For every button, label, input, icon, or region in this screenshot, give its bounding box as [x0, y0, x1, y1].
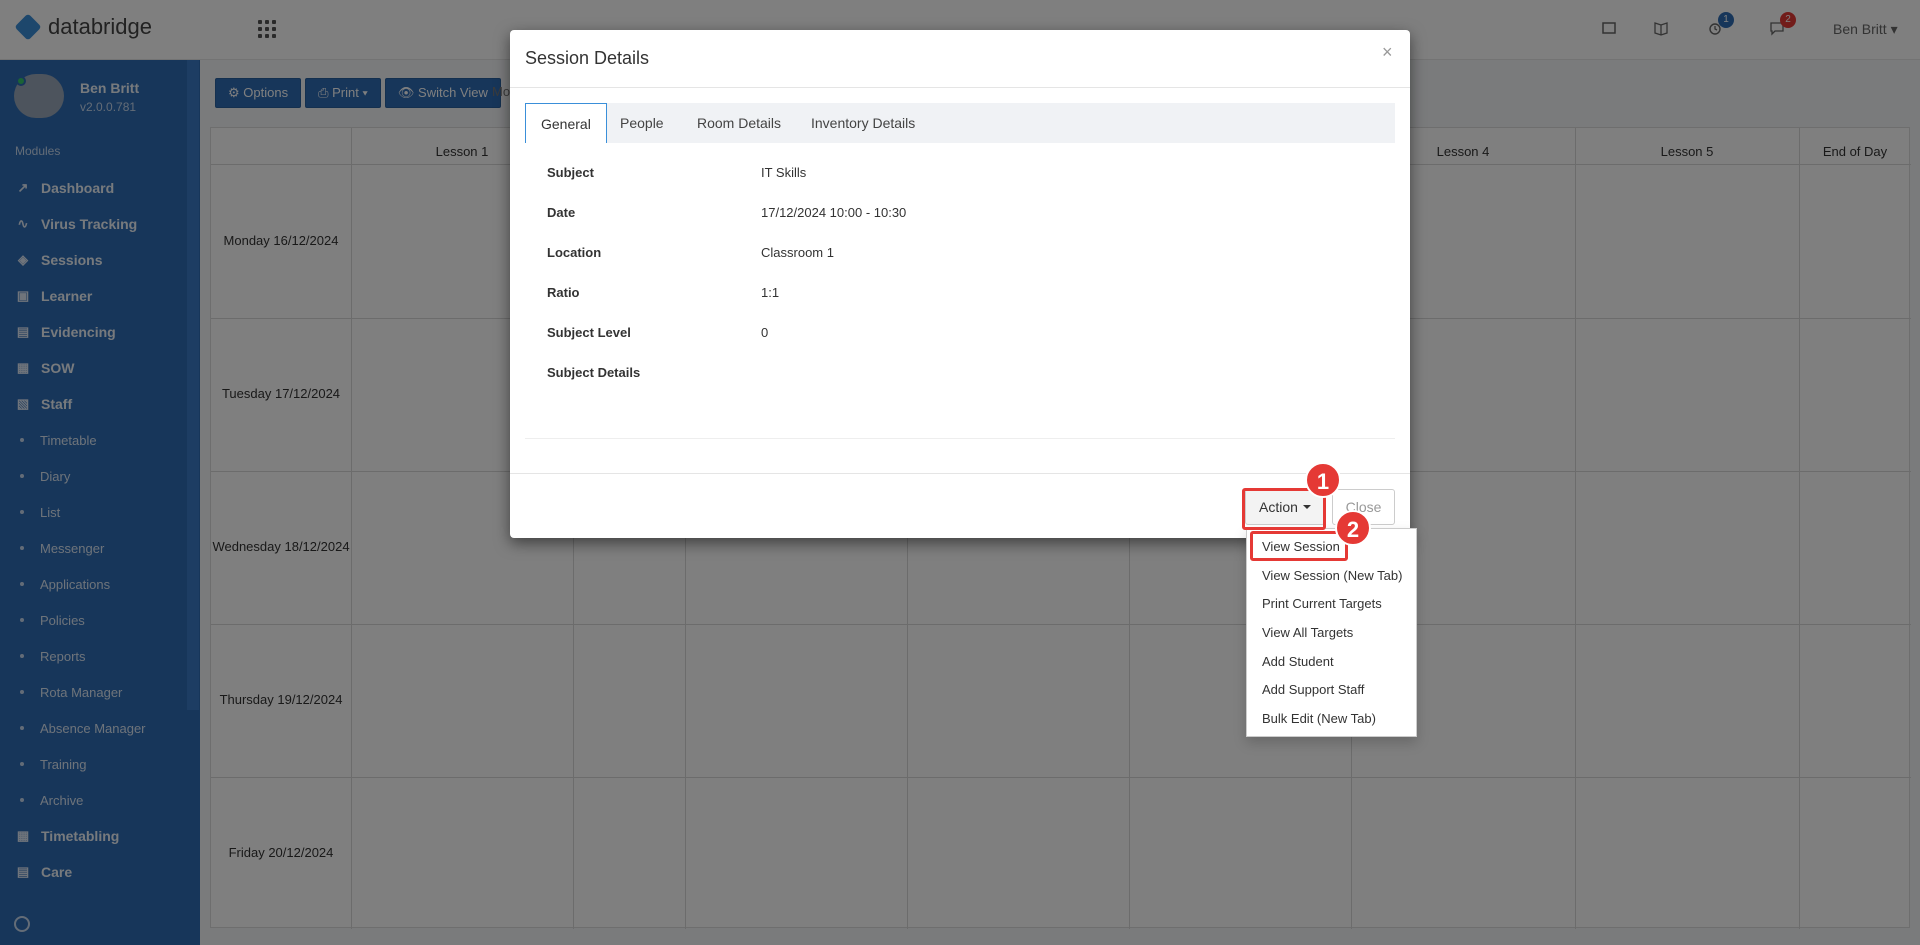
menu-item-view-all-targets[interactable]: View All Targets: [1262, 625, 1353, 640]
subject-details-label: Subject Details: [547, 365, 641, 380]
divider: [525, 438, 1395, 439]
tab-people[interactable]: People: [605, 103, 679, 143]
menu-item-print-current-targets[interactable]: Print Current Targets: [1262, 596, 1382, 611]
session-details-modal: Session Details × General People Room De…: [510, 30, 1410, 538]
subject-level-label: Subject Level: [547, 325, 631, 340]
menu-item-bulk-edit-new-tab[interactable]: Bulk Edit (New Tab): [1262, 711, 1376, 726]
location-value: Classroom 1: [761, 245, 834, 260]
location-label: Location: [547, 245, 602, 260]
tab-room-details[interactable]: Room Details: [682, 103, 796, 143]
modal-header: Session Details ×: [510, 30, 1410, 88]
ratio-value: 1:1: [761, 285, 780, 300]
subject-label: Subject: [547, 165, 594, 180]
date-value: 17/12/2024 10:00 - 10:30: [761, 205, 907, 220]
modal-title: Session Details: [525, 48, 650, 68]
modal-tabs: General People Room Details Inventory De…: [525, 103, 1395, 143]
step-1-badge: 1: [1305, 462, 1341, 498]
subject-level-value: 0: [761, 325, 769, 340]
menu-item-add-student[interactable]: Add Student: [1262, 654, 1334, 669]
highlight-view-session: [1250, 531, 1348, 561]
close-icon[interactable]: ×: [1382, 42, 1393, 63]
step-2-badge: 2: [1335, 510, 1371, 546]
date-label: Date: [547, 205, 576, 220]
tab-inventory-details[interactable]: Inventory Details: [796, 103, 930, 143]
modal-footer-divider: [510, 473, 1410, 474]
menu-item-add-support-staff[interactable]: Add Support Staff: [1262, 682, 1364, 697]
tab-general[interactable]: General: [525, 103, 607, 143]
menu-item-view-session-new-tab[interactable]: View Session (New Tab): [1262, 568, 1402, 583]
subject-value: IT Skills: [761, 165, 807, 180]
ratio-label: Ratio: [547, 285, 580, 300]
